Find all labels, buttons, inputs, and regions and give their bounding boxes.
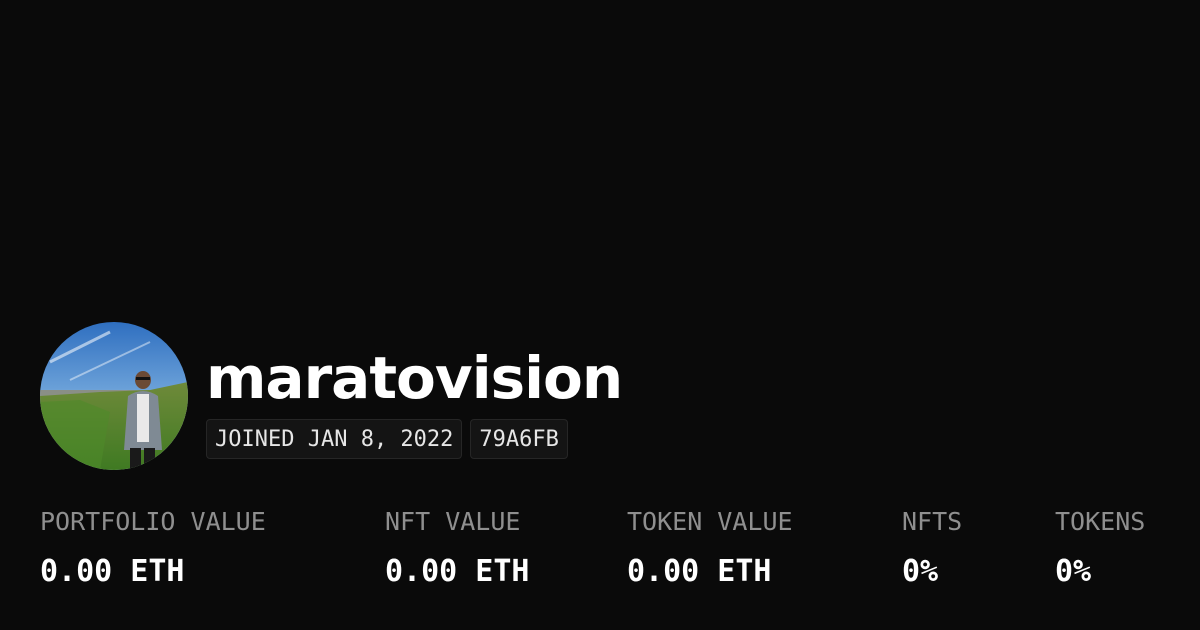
- stat-value: 0%: [1055, 554, 1092, 589]
- avatar-photo-icon: [40, 322, 188, 470]
- stat-label: NFT VALUE: [385, 507, 521, 536]
- profile-badges: JOINED JAN 8, 2022 79A6FB: [206, 419, 568, 459]
- stat-value: 0%: [902, 554, 939, 589]
- stat-label: PORTFOLIO VALUE: [40, 507, 266, 536]
- stat-label: TOKEN VALUE: [627, 507, 793, 536]
- profile-card: maratovision JOINED JAN 8, 2022 79A6FB P…: [0, 0, 1200, 630]
- username: maratovision: [206, 344, 623, 412]
- stat-label: NFTS: [902, 507, 963, 536]
- joined-date-badge: JOINED JAN 8, 2022: [206, 419, 463, 459]
- stat-token-value: TOKEN VALUE 0.00 ETH: [627, 505, 793, 589]
- stat-nft-value: NFT VALUE 0.00 ETH: [385, 505, 530, 589]
- stat-nfts: NFTS 0%: [902, 505, 962, 589]
- stat-portfolio-value: PORTFOLIO VALUE 0.00 ETH: [40, 505, 266, 589]
- stat-value: 0.00 ETH: [40, 554, 185, 589]
- stat-value: 0.00 ETH: [385, 554, 530, 589]
- stat-value: 0.00 ETH: [627, 554, 772, 589]
- avatar: [40, 322, 188, 470]
- wallet-address-badge: 79A6FB: [470, 419, 568, 459]
- stat-tokens: TOKENS 0%: [1055, 505, 1145, 589]
- stat-label: TOKENS: [1055, 507, 1146, 536]
